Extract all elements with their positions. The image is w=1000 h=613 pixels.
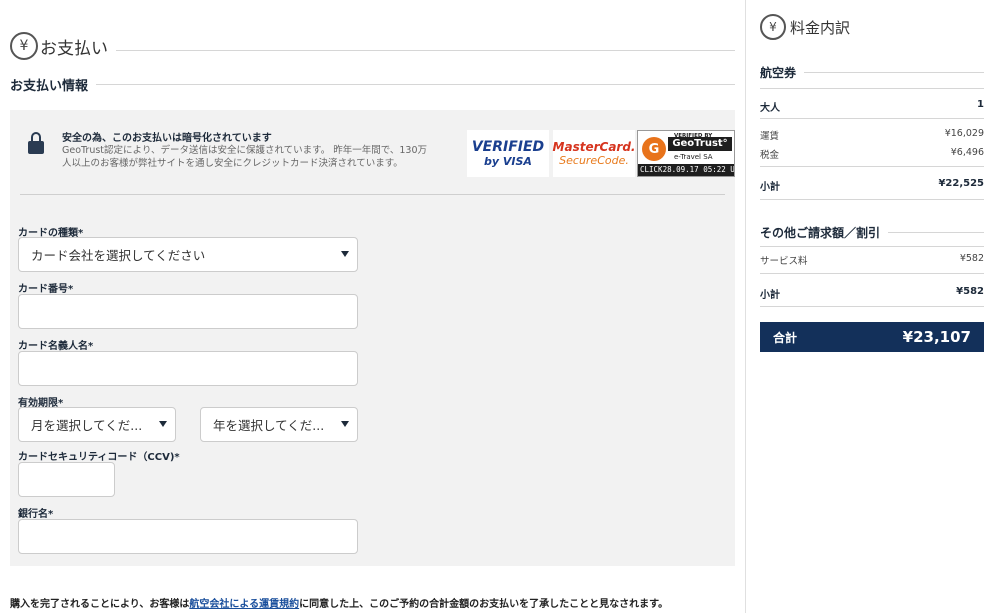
payment-section-title: お支払い	[40, 38, 108, 59]
adult-label: 大人	[760, 103, 780, 114]
divider	[760, 199, 984, 200]
expiry-month-select[interactable]: 月を選択してくだ...	[18, 407, 176, 442]
verified-by-visa-badge: VERIFIED by VISA	[467, 130, 549, 177]
geotrust-seal[interactable]: VERIFIED BY G GeoTrust° e-Travel SA CLIC…	[637, 130, 735, 177]
geotrust-date: CLICK28.09.17 05:22 UT	[638, 164, 734, 176]
divider	[760, 166, 984, 167]
adult-count: 1	[977, 99, 984, 110]
divider	[760, 273, 984, 274]
other-charges-header: その他ご請求額／割引	[760, 224, 984, 241]
expiry-year-value: 年を選択してくだ...	[213, 418, 325, 433]
ticket-section-header: 航空券	[760, 64, 984, 81]
mc-badge-line2: SecureCode.	[559, 154, 629, 167]
other-subtotal-row: 小計 ¥582	[760, 286, 984, 301]
card-number-label: カード番号*	[18, 284, 74, 295]
fare-value: ¥16,029	[944, 128, 984, 139]
expiry-month-value: 月を選択してくだ...	[31, 418, 143, 433]
subheader-divider	[96, 83, 735, 85]
grand-total-value: ¥23,107	[902, 328, 971, 346]
divider	[760, 88, 984, 89]
payment-form: 安全の為、このお支払いは暗号化されています GeoTrust認定により、データ送…	[10, 110, 735, 566]
grand-total-label: 合計	[773, 330, 798, 345]
geotrust-sub: e-Travel SA	[674, 153, 713, 161]
header-divider	[116, 49, 735, 51]
checkout-page: ¥ お支払い お支払い情報 安全の為、このお支払いは暗号化されています GeoT…	[0, 0, 1000, 613]
divider	[760, 306, 984, 307]
card-type-select[interactable]: カード会社を選択してください	[18, 237, 358, 272]
summary-header: ¥ 料金内訳	[760, 12, 850, 42]
terms-text-after: に同意した上、このご予約の合計金額のお支払いを了承したことと見なされます。	[299, 599, 669, 610]
adult-row: 大人 1	[760, 99, 984, 114]
terms-notice: 購入を完了されることにより、お客様は航空会社による運賃規約に同意した上、このご予…	[10, 595, 668, 610]
divider	[760, 246, 984, 247]
service-fee-value: ¥582	[959, 253, 984, 264]
other-charges-title: その他ご請求額／割引	[760, 226, 881, 240]
ticket-subtotal-value: ¥22,525	[938, 178, 984, 189]
ticket-subtotal-label: 小計	[760, 182, 780, 193]
section-divider	[804, 72, 984, 73]
ccv-input[interactable]	[18, 462, 115, 497]
coin-icon: ¥	[10, 32, 38, 60]
divider	[760, 118, 984, 119]
visa-badge-line1: VERIFIED	[471, 139, 545, 155]
caret-down-icon	[341, 251, 349, 257]
expiry-year-select[interactable]: 年を選択してくだ...	[200, 407, 358, 442]
card-number-input[interactable]	[18, 294, 358, 329]
section-divider	[888, 232, 984, 233]
fare-label: 運賃	[760, 131, 780, 142]
caret-down-icon	[159, 421, 167, 427]
visa-badge-line2: by VISA	[484, 155, 532, 168]
fare-rules-link[interactable]: 航空会社による運賃規約	[189, 599, 299, 610]
lock-icon	[28, 132, 44, 154]
payment-info-header: お支払い情報	[10, 74, 735, 94]
tax-label: 税金	[760, 150, 780, 161]
price-summary: ¥ 料金内訳 航空券 大人 1 運賃 ¥16,029 税金 ¥6,496 小計 …	[746, 0, 1000, 613]
ccv-label: カードセキュリティコード（CCV)*	[18, 452, 180, 463]
fare-row: 運賃 ¥16,029	[760, 128, 984, 142]
service-fee-row: サービス料 ¥582	[760, 253, 984, 267]
geotrust-logo-icon: G	[642, 137, 666, 161]
ticket-title: 航空券	[760, 66, 797, 80]
tax-value: ¥6,496	[950, 147, 984, 158]
card-holder-input[interactable]	[18, 351, 358, 386]
security-heading: 安全の為、このお支払いは暗号化されています	[62, 133, 272, 144]
bank-label: 銀行名*	[18, 509, 54, 520]
payment-section-header: ¥ お支払い	[10, 30, 735, 62]
summary-title: 料金内訳	[790, 18, 851, 37]
ticket-subtotal-row: 小計 ¥22,525	[760, 178, 984, 193]
other-subtotal-label: 小計	[760, 290, 780, 301]
security-text: GeoTrust認定により、データ送信は安全に保護されています。 昨年一年間で、…	[62, 145, 427, 169]
other-subtotal-value: ¥582	[956, 286, 984, 297]
price-tag-icon: ¥	[760, 14, 786, 40]
payment-info-title: お支払い情報	[10, 78, 89, 94]
grand-total-bar: 合計 ¥23,107	[760, 322, 984, 352]
service-fee-label: サービス料	[760, 256, 808, 267]
payment-main: ¥ お支払い お支払い情報 安全の為、このお支払いは暗号化されています GeoT…	[0, 0, 745, 613]
mastercard-securecode-badge: MasterCard. SecureCode.	[553, 130, 635, 177]
terms-text-before: 購入を完了されることにより、お客様は	[10, 599, 190, 610]
card-holder-label: カード名義人名*	[18, 341, 94, 352]
security-notice: 安全の為、このお支払いは暗号化されています GeoTrust認定により、データ送…	[20, 120, 735, 195]
card-type-value: カード会社を選択してください	[31, 248, 206, 263]
bank-input[interactable]	[18, 519, 358, 554]
tax-row: 税金 ¥6,496	[760, 147, 984, 161]
geotrust-brand: GeoTrust°	[668, 137, 732, 151]
mc-badge-line1: MasterCard.	[552, 140, 636, 154]
caret-down-icon	[341, 421, 349, 427]
